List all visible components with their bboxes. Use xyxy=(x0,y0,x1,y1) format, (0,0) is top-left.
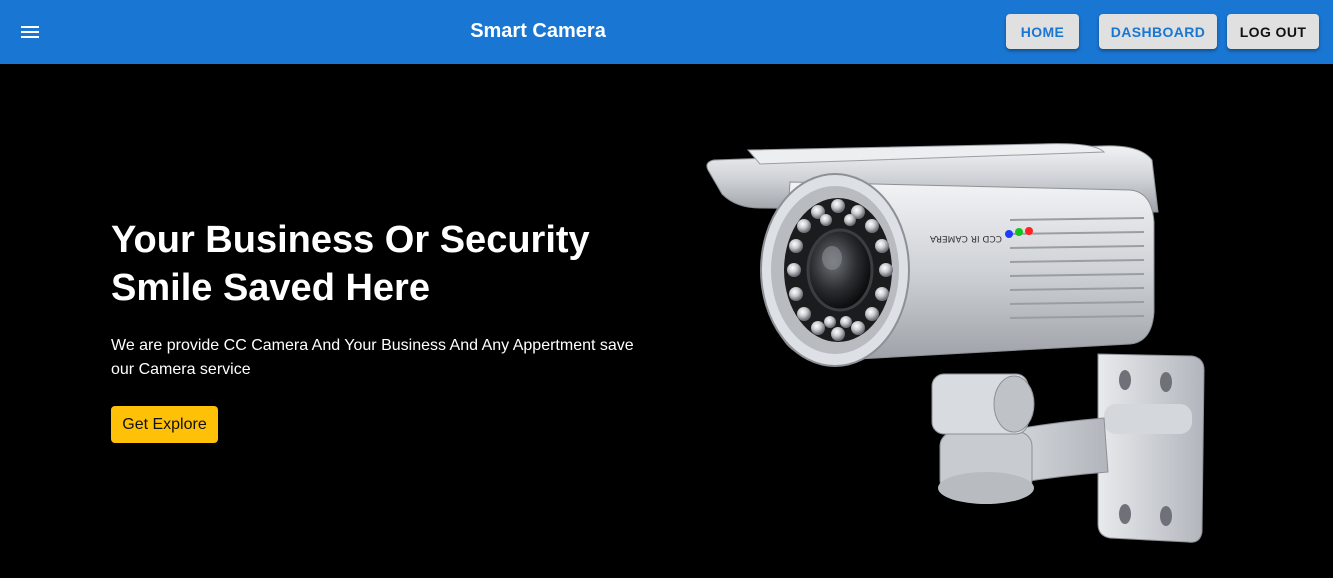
hero-description-line1: We are provide CC Camera And Your Busine… xyxy=(111,337,634,354)
app-title: Smart Camera xyxy=(470,20,606,42)
logout-button[interactable]: LOG OUT xyxy=(1227,14,1319,49)
cctv-camera-illustration: CCD IR CAMERA xyxy=(706,143,1205,543)
get-explore-button[interactable]: Get Explore xyxy=(111,406,218,443)
hero-headline-line1: Your Business Or Security xyxy=(111,219,590,261)
cctv-camera-image: CCD IR CAMERA xyxy=(700,142,1210,552)
camera-printed-label: CCD IR CAMERA xyxy=(929,233,1002,243)
hero-headline: Your Business Or Security Smile Saved He… xyxy=(111,216,671,312)
home-button[interactable]: HOME xyxy=(1006,14,1079,49)
dashboard-button[interactable]: DASHBOARD xyxy=(1099,14,1217,49)
hero-description: We are provide CC Camera And Your Busine… xyxy=(111,334,671,382)
hero-headline-line2: Smile Saved Here xyxy=(111,267,430,309)
hero-description-line2: our Camera service xyxy=(111,361,251,378)
app-bar: Smart Camera HOME DASHBOARD LOG OUT xyxy=(0,0,1333,64)
